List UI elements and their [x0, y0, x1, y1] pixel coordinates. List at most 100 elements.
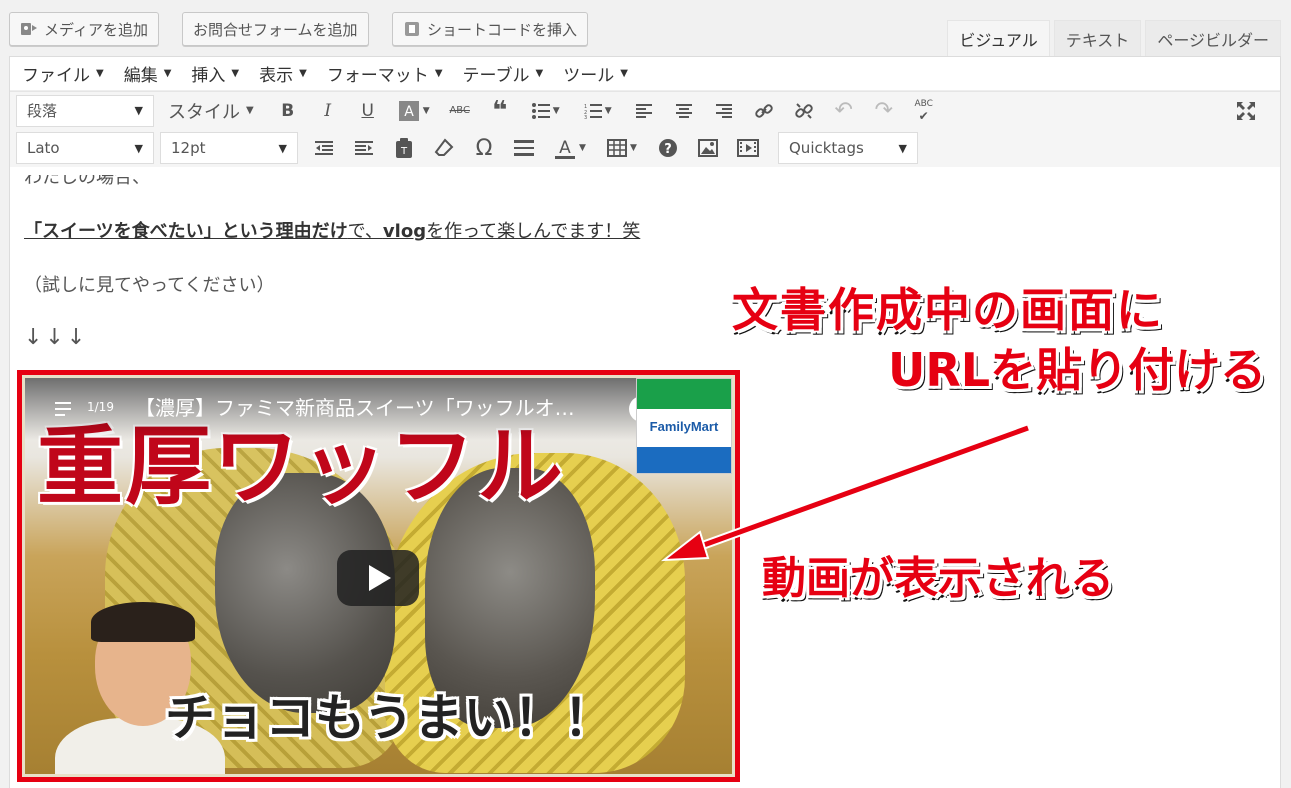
play-button[interactable]	[337, 550, 419, 606]
annotation-line-2: URLを貼り付ける	[888, 343, 1267, 397]
add-media-button[interactable]: メディアを追加	[9, 12, 159, 46]
quicktags-value: Quicktags	[789, 139, 864, 157]
font-family-value: Lato	[27, 139, 60, 157]
svg-text:?: ?	[664, 142, 672, 157]
undo-icon[interactable]: ↶	[828, 95, 860, 127]
svg-text:T: T	[400, 146, 408, 157]
menu-table[interactable]: テーブル ▼	[463, 61, 544, 86]
svg-text:3: 3	[584, 115, 587, 119]
menu-file-label: ファイル	[22, 66, 90, 86]
emphasis-text: 「スイーツを食べたい」という理由だけ	[24, 221, 348, 242]
caret-down-icon: ▼	[898, 141, 907, 155]
menu-tools-label: ツール	[563, 66, 615, 86]
indent-icon[interactable]	[348, 132, 380, 164]
background-color-icon[interactable]: A ▼	[392, 95, 436, 127]
align-right-icon[interactable]	[708, 95, 740, 127]
plain-text-rest: を作って楽しんでます！笑	[426, 221, 641, 242]
caret-down-icon: ▼	[434, 68, 443, 79]
menu-file[interactable]: ファイル ▼	[22, 61, 104, 86]
redo-icon[interactable]: ↷	[868, 95, 900, 127]
toolbar-row-2: Lato ▼ 12pt ▼ T Ω A ▼ ▼ ? Quicktags ▼	[10, 129, 1280, 167]
text-color-icon[interactable]: A ▼	[548, 132, 592, 164]
emphasis-text-vlog: vlog	[382, 221, 427, 242]
menu-edit[interactable]: 編集 ▼	[124, 61, 172, 86]
menu-insert[interactable]: 挿入 ▼	[191, 61, 239, 86]
bullet-list-icon[interactable]: ▼	[524, 95, 568, 127]
tab-text[interactable]: テキスト	[1053, 20, 1142, 56]
menu-edit-label: 編集	[123, 66, 158, 86]
video-highlight-frame: 重厚ワッフル 1/19 【濃厚】ファミマ新商品スイーツ「ワッフルオ… ➦ Fam…	[17, 370, 740, 782]
paragraph-line-2: 「スイーツを食べたい」という理由だけで、vlogを作って楽しんでます！笑	[24, 217, 640, 243]
caret-down-icon: ▼	[163, 68, 172, 79]
caret-down-icon: ▼	[96, 68, 104, 79]
horizontal-line-icon[interactable]	[508, 132, 540, 164]
paragraph-line-3: （試しに見てやってください）	[24, 275, 275, 296]
editor-menubar: ファイル ▼ 編集 ▼ 挿入 ▼ 表示 ▼ フォーマット ▼ テーブル ▼ ツール ▼	[10, 57, 1280, 91]
caret-down-icon: ▼	[299, 68, 307, 79]
tab-visual[interactable]: ビジュアル	[947, 20, 1050, 56]
menu-format-label: フォーマット	[326, 66, 429, 86]
youtube-embed[interactable]: 重厚ワッフル 1/19 【濃厚】ファミマ新商品スイーツ「ワッフルオ… ➦ Fam…	[25, 378, 732, 774]
thumbnail-caption: チョコもうまい！！	[165, 689, 614, 747]
align-left-icon[interactable]	[628, 95, 660, 127]
caret-down-icon: ▼	[278, 141, 287, 155]
format-select[interactable]: 段落 ▼	[16, 94, 154, 127]
svg-text:A: A	[404, 104, 414, 120]
unlink-icon[interactable]	[788, 95, 820, 127]
menu-format[interactable]: フォーマット ▼	[327, 61, 443, 86]
caret-down-icon: ▼	[535, 68, 544, 79]
annotation-line-3: 動画が表示される	[762, 553, 1114, 604]
add-contact-form-label: お問合せフォームを追加	[193, 20, 358, 39]
paragraph-line-1: わたしの場合、	[24, 175, 150, 188]
numbered-list-icon[interactable]: 1 2 3 ▼	[576, 95, 620, 127]
caret-down-icon: ▼	[620, 68, 628, 79]
outdent-icon[interactable]	[308, 132, 340, 164]
align-center-icon[interactable]	[668, 95, 700, 127]
media-buttons-bar: メディアを追加 お問合せフォームを追加 ショートコードを挿入 ビジュアル テキス…	[0, 0, 1291, 56]
editor: ファイル ▼ 編集 ▼ 挿入 ▼ 表示 ▼ フォーマット ▼ テーブル ▼ ツール ▼ 段落 ▼…	[9, 56, 1281, 788]
caret-down-icon: ▼	[231, 68, 240, 79]
menu-insert-label: 挿入	[191, 66, 226, 86]
style-select-label: スタイル	[168, 101, 240, 123]
tab-page-builder[interactable]: ページビルダー	[1145, 20, 1281, 56]
toolbar-row-1: 段落 ▼ スタイル ▼ B I U A ▼ ABC ❝ ▼ 1 2 3 ▼ ↶ …	[10, 91, 1280, 129]
svg-text:A: A	[559, 138, 571, 158]
style-select[interactable]: スタイル ▼	[168, 98, 254, 124]
insert-shortcode-label: ショートコードを挿入	[427, 20, 578, 39]
font-family-select[interactable]: Lato ▼	[16, 132, 154, 164]
playlist-icon[interactable]	[55, 402, 77, 418]
underline-icon[interactable]: U	[352, 95, 384, 127]
bold-icon[interactable]: B	[272, 95, 304, 127]
quicktags-select[interactable]: Quicktags ▼	[778, 132, 918, 164]
video-title[interactable]: 【濃厚】ファミマ新商品スイーツ「ワッフルオ…	[135, 392, 615, 421]
familymart-logo: FamilyMart	[636, 378, 732, 474]
italic-icon[interactable]: I	[312, 95, 344, 127]
add-contact-form-button[interactable]: お問合せフォームを追加	[182, 12, 369, 46]
format-select-value: 段落	[27, 102, 58, 120]
special-character-icon[interactable]: Ω	[468, 132, 500, 164]
insert-video-icon[interactable]	[732, 132, 764, 164]
help-icon[interactable]: ?	[652, 132, 684, 164]
caret-down-icon: ▼	[246, 105, 254, 116]
playlist-count: 1/19	[87, 400, 114, 414]
fullscreen-icon[interactable]	[1230, 95, 1262, 127]
insert-image-icon[interactable]	[692, 132, 724, 164]
paste-as-text-icon[interactable]: T	[388, 132, 420, 164]
editor-mode-tabs: ビジュアル テキスト ページビルダー	[947, 20, 1281, 56]
add-media-label: メディアを追加	[44, 20, 148, 39]
plain-text: で、	[347, 221, 383, 242]
font-size-select[interactable]: 12pt ▼	[160, 132, 298, 164]
blockquote-icon[interactable]: ❝	[484, 95, 516, 127]
insert-shortcode-button[interactable]: ショートコードを挿入	[392, 12, 589, 46]
link-icon[interactable]	[748, 95, 780, 127]
clear-formatting-icon[interactable]	[428, 132, 460, 164]
editor-content[interactable]: わたしの場合、 「スイーツを食べたい」という理由だけで、vlogを作って楽しんで…	[10, 175, 1280, 788]
spellcheck-icon[interactable]: ABC ✔	[908, 95, 940, 127]
familymart-logo-text: FamilyMart	[649, 419, 719, 434]
menu-view[interactable]: 表示 ▼	[259, 61, 307, 86]
menu-view-label: 表示	[259, 66, 294, 86]
table-icon[interactable]: ▼	[600, 132, 644, 164]
menu-tools[interactable]: ツール ▼	[563, 61, 628, 86]
strikethrough-icon[interactable]: ABC	[444, 95, 476, 127]
shortcode-icon	[403, 20, 421, 38]
